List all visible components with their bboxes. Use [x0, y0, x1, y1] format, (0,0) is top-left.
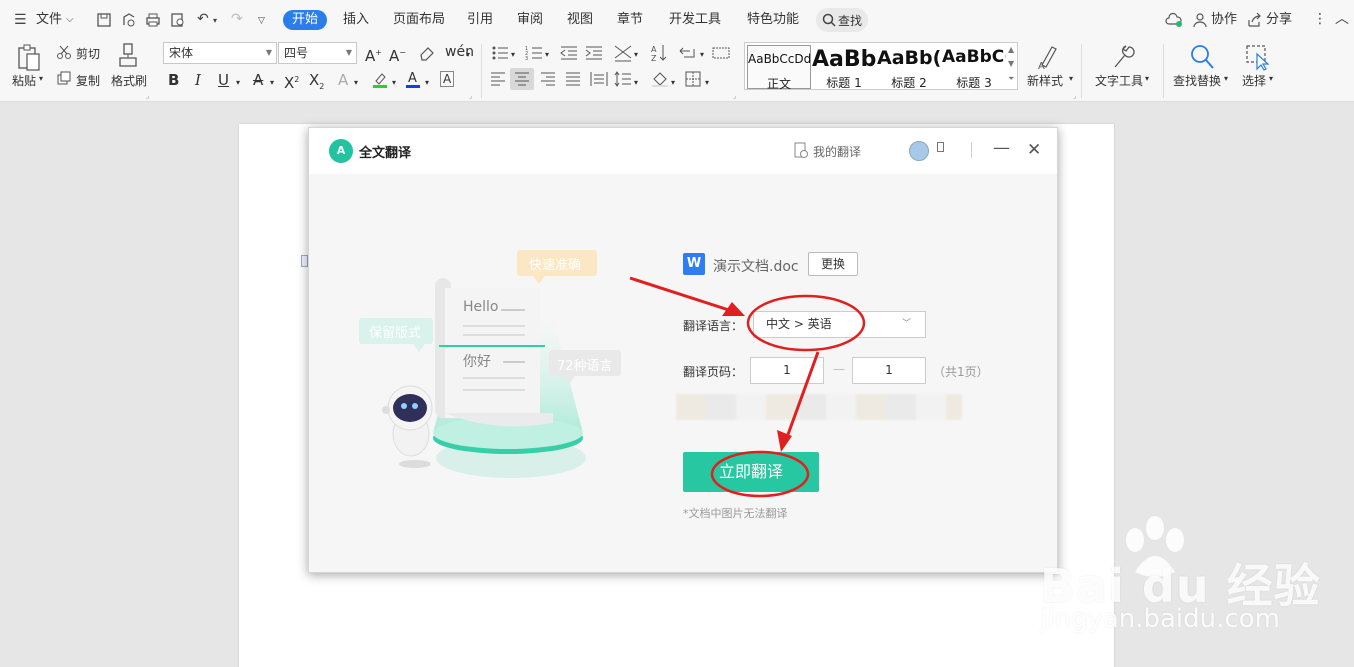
annotation-arrow-to-language	[629, 276, 745, 316]
annotation-circle-language	[746, 294, 866, 352]
annotation-arrow-to-translate	[777, 351, 820, 452]
annotation-circle-translate	[710, 450, 810, 498]
watermark-url: jingyan.baidu.com	[1040, 604, 1280, 634]
